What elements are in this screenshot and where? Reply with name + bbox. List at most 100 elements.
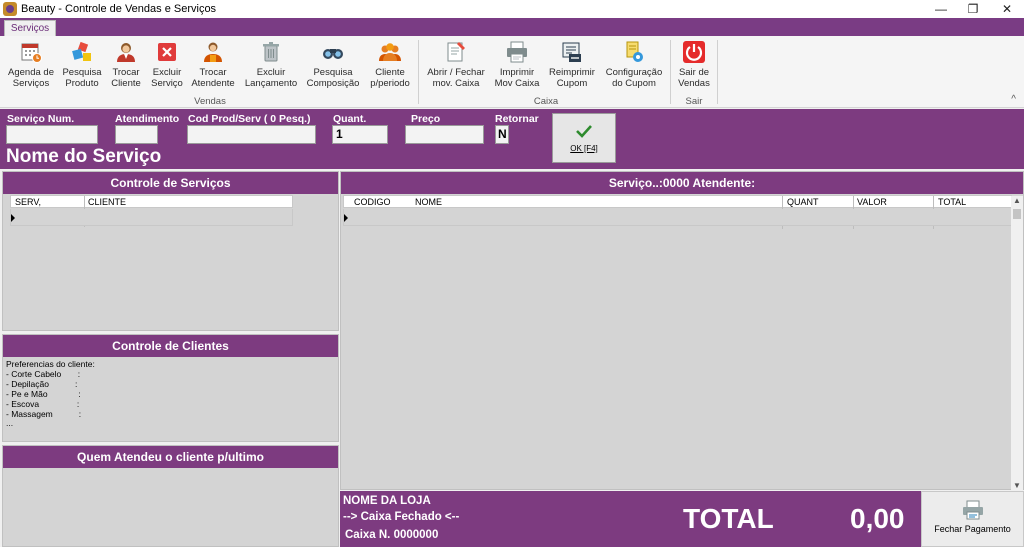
excluir-servico-label-1: Excluir bbox=[152, 67, 182, 78]
configuracao-label-1: Configuração bbox=[605, 67, 663, 78]
servico-grid-header: CODIGO NOME QUANT VALOR TOTAL bbox=[343, 195, 1012, 208]
minimize-button[interactable]: — bbox=[924, 0, 958, 18]
total-value: 0,00 bbox=[850, 503, 905, 534]
abrir-fechar-caixa-button[interactable]: Abrir / Fechar mov. Caixa bbox=[424, 40, 488, 94]
receipt-printer-icon bbox=[562, 42, 581, 62]
binoculars-icon bbox=[323, 49, 343, 59]
cliente-periodo-label-2: p/periodo bbox=[370, 78, 410, 89]
imprimir-label-2: Mov Caixa bbox=[494, 78, 540, 89]
preference-pe-e-mao: - Pe e Mão : bbox=[6, 389, 81, 399]
row-indicator-icon bbox=[344, 214, 348, 222]
scroll-thumb[interactable] bbox=[1013, 209, 1021, 219]
preference-escova: - Escova : bbox=[6, 399, 80, 409]
pesquisa-produto-button[interactable]: Pesquisa Produto bbox=[60, 40, 104, 94]
trocar-atendente-label-2: Atendente bbox=[191, 78, 235, 89]
collapse-ribbon-icon[interactable]: ^ bbox=[1011, 94, 1016, 105]
retornar-label: Retornar bbox=[495, 113, 539, 125]
preco-label: Preço bbox=[411, 113, 441, 125]
app-icon bbox=[3, 2, 17, 16]
abrir-fechar-label-1: Abrir / Fechar bbox=[427, 67, 485, 78]
abrir-fechar-label-2: mov. Caixa bbox=[432, 78, 480, 89]
trocar-atendente-button[interactable]: Trocar Atendente bbox=[189, 40, 237, 94]
column-nome: NOME bbox=[415, 197, 442, 207]
preference-corte-cabelo: - Corte Cabelo : bbox=[6, 369, 81, 379]
excluir-servico-label-2: Serviço bbox=[151, 78, 183, 89]
preferences-title: Preferencias do cliente: bbox=[6, 359, 95, 369]
trocar-cliente-button[interactable]: Trocar Cliente bbox=[106, 40, 146, 94]
servico-num-input[interactable] bbox=[6, 125, 98, 144]
column-serv: SERV, bbox=[15, 197, 42, 207]
tab-servicos[interactable]: Serviços bbox=[4, 20, 56, 36]
servico-grid-panel: Serviço..:0000 Atendente: CODIGO NOME QU… bbox=[340, 171, 1024, 490]
quant-input[interactable]: 1 bbox=[332, 125, 388, 144]
fechar-pagamento-label: Fechar Pagamento bbox=[934, 524, 1011, 534]
sair-label-1: Sair de bbox=[678, 67, 710, 78]
table-row[interactable] bbox=[343, 209, 1012, 226]
group-separator bbox=[670, 40, 671, 104]
reimprimir-cupom-button[interactable]: Reimprimir Cupom bbox=[546, 40, 598, 94]
settings-document-icon bbox=[626, 41, 643, 62]
store-name: NOME DA LOJA bbox=[343, 495, 431, 507]
pesquisa-composicao-button[interactable]: Pesquisa Composição bbox=[305, 40, 361, 94]
controle-servicos-title: Controle de Serviços bbox=[3, 172, 338, 194]
preference-depilacao: - Depilação : bbox=[6, 379, 78, 389]
atendimento-label: Atendimento bbox=[115, 113, 180, 125]
column-total: TOTAL bbox=[938, 197, 967, 207]
nome-servico-title: Nome do Serviço bbox=[6, 146, 162, 167]
total-label: TOTAL bbox=[683, 503, 774, 534]
delete-icon bbox=[158, 43, 176, 61]
cod-prod-serv-input[interactable] bbox=[187, 125, 316, 144]
trocar-cliente-label-1: Trocar bbox=[112, 67, 140, 78]
excluir-lancamento-label-2: Lançamento bbox=[244, 78, 298, 89]
column-quant: QUANT bbox=[787, 197, 819, 207]
reimprimir-label-2: Cupom bbox=[556, 78, 588, 89]
agenda-servicos-button[interactable]: Agenda de Serviços bbox=[5, 40, 57, 94]
product-search-icon bbox=[72, 41, 91, 61]
ok-button[interactable]: OK [F4] bbox=[552, 113, 616, 163]
caixa-number: Caixa N. 0000000 bbox=[345, 529, 439, 541]
ok-label: OK [F4] bbox=[570, 144, 598, 153]
printer-icon bbox=[507, 41, 527, 63]
retornar-input[interactable]: N bbox=[495, 125, 509, 144]
cod-prod-serv-label: Cod Prod/Serv ( 0 Pesq.) bbox=[188, 113, 311, 125]
pesquisa-produto-label-2: Produto bbox=[65, 78, 99, 89]
scroll-up-icon[interactable]: ▲ bbox=[1011, 196, 1023, 205]
pesquisa-composicao-label-1: Pesquisa bbox=[313, 67, 353, 78]
caixa-status: --> Caixa Fechado <-- bbox=[343, 511, 460, 523]
preference-massagem: - Massagem : bbox=[6, 409, 82, 419]
group-label-vendas: Vendas bbox=[194, 96, 226, 107]
pesquisa-produto-label-1: Pesquisa bbox=[62, 67, 102, 78]
servico-grid-scrollbar[interactable]: ▲ ▼ bbox=[1011, 196, 1023, 490]
quant-label: Quant. bbox=[333, 113, 367, 125]
ribbon: Agenda de Serviços Pesquisa Produto Troc… bbox=[0, 36, 1024, 108]
close-button[interactable]: ✕ bbox=[990, 0, 1024, 18]
column-valor: VALOR bbox=[857, 197, 887, 207]
imprimir-mov-caixa-button[interactable]: Imprimir Mov Caixa bbox=[493, 40, 541, 94]
power-icon bbox=[683, 41, 705, 63]
preco-input[interactable] bbox=[405, 125, 484, 144]
title-bar: Beauty - Controle de Vendas e Serviços bbox=[0, 0, 1024, 18]
table-row[interactable] bbox=[10, 209, 293, 226]
configuracao-cupom-button[interactable]: Configuração do Cupom bbox=[603, 40, 665, 94]
sair-vendas-button[interactable]: Sair de Vendas bbox=[674, 40, 714, 94]
controle-clientes-panel: Controle de Clientes Preferencias do cli… bbox=[2, 334, 339, 442]
restore-button[interactable]: ❐ bbox=[956, 0, 990, 18]
imprimir-label-1: Imprimir bbox=[499, 67, 535, 78]
cliente-periodo-button[interactable]: Cliente p/periodo bbox=[366, 40, 414, 94]
scroll-down-icon[interactable]: ▼ bbox=[1011, 481, 1023, 490]
fechar-pagamento-button[interactable]: Fechar Pagamento bbox=[921, 491, 1024, 547]
group-separator bbox=[717, 40, 718, 104]
quem-atendeu-title: Quem Atendeu o cliente p/ultimo bbox=[3, 446, 338, 468]
sair-label-2: Vendas bbox=[678, 78, 710, 89]
controle-servicos-panel: Controle de Serviços SERV, CLIENTE bbox=[2, 171, 339, 331]
atendimento-input[interactable] bbox=[115, 125, 158, 144]
row-indicator-icon bbox=[11, 214, 15, 222]
attendant-icon bbox=[204, 42, 222, 62]
checkmark-icon bbox=[576, 125, 592, 138]
calendar-icon bbox=[21, 43, 42, 63]
printer-icon bbox=[962, 500, 983, 520]
configuracao-label-2: do Cupom bbox=[612, 78, 656, 89]
excluir-servico-button[interactable]: Excluir Serviço bbox=[147, 40, 187, 94]
cash-register-icon bbox=[447, 42, 465, 62]
excluir-lancamento-button[interactable]: Excluir Lançamento bbox=[243, 40, 299, 94]
